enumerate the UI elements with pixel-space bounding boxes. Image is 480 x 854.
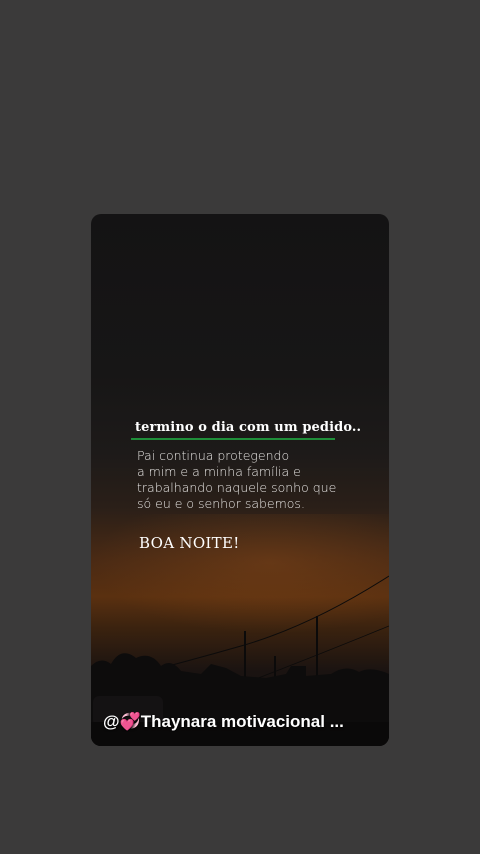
title-underline xyxy=(131,438,335,440)
closing-text: BOA NOITE! xyxy=(139,534,240,552)
attribution-handle[interactable]: @💞Thaynara motivacional ... xyxy=(103,712,383,732)
screen: termino o dia com um pedido.. Pai contin… xyxy=(0,0,480,854)
at-sign: @ xyxy=(103,712,120,731)
story-title: termino o dia com um pedido.. xyxy=(135,420,362,435)
story-card[interactable]: termino o dia com um pedido.. Pai contin… xyxy=(91,214,389,746)
hearts-icon: 💞 xyxy=(119,712,141,731)
body-line: trabalhando naquele sonho que xyxy=(137,480,337,495)
story-body: Pai continua protegendo a mim e a minha … xyxy=(137,448,377,512)
body-line: a mim e a minha família e xyxy=(137,464,301,479)
body-line: Pai continua protegendo xyxy=(137,448,290,463)
attribution-name: Thaynara motivacional ... xyxy=(140,712,344,731)
body-line: só eu e o senhor sabemos. xyxy=(137,496,305,511)
